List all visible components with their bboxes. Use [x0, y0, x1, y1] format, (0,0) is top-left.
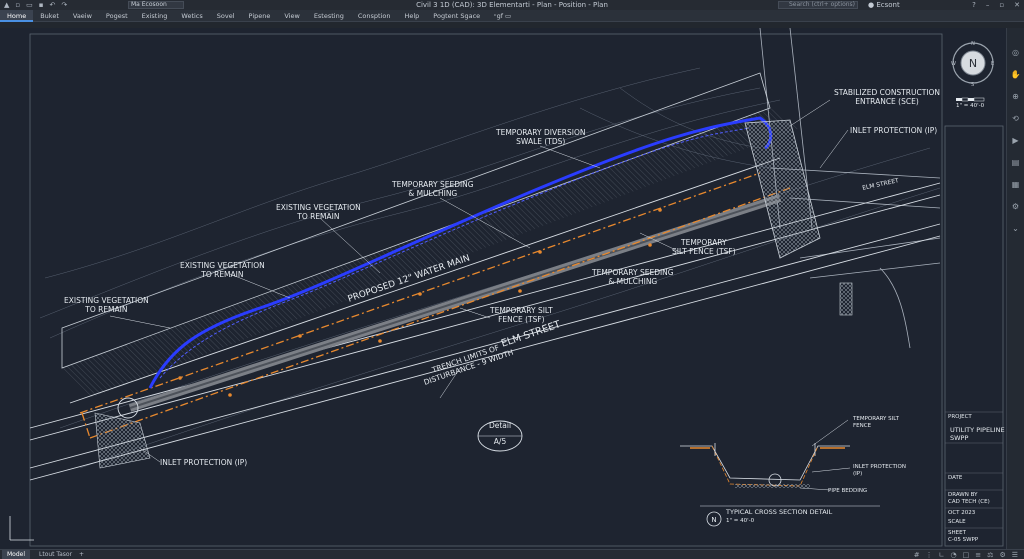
- ribbon-tab-10[interactable]: Consption: [351, 10, 398, 22]
- ribbon-tab-4[interactable]: Existing: [135, 10, 175, 22]
- label-silt-fence-2: TEMPORARY SILT FENCE (TSF): [490, 306, 553, 324]
- ribbon-tab-11[interactable]: Help: [397, 10, 426, 22]
- title-bar: ▲ ▫ ▭ ▪ ↶ ↷ Ma Ecosoon Civil 3 1D (CAD):…: [0, 0, 1024, 10]
- detail-bubble-title: Detail: [488, 421, 512, 430]
- compass-scale-text: 1" = 40'-0: [956, 103, 985, 109]
- ribbon-tab-8[interactable]: View: [277, 10, 306, 22]
- label-silt-fence-1: TEMPORARY SILT FENCE (TSF): [672, 238, 736, 256]
- section-callout-silt-fence: TEMPORARY SILT FENCE: [853, 416, 899, 429]
- snap-icon[interactable]: ⋮: [926, 550, 933, 559]
- ribbon-tab-1[interactable]: Buket: [33, 10, 66, 22]
- polar-icon[interactable]: ◔: [951, 550, 957, 559]
- status-toggles: # ⋮ ∟ ◔ □ ≡ ⚖ ⚙ ☰: [914, 550, 1018, 559]
- customize-icon[interactable]: ☰: [1012, 550, 1018, 559]
- layer-icon[interactable]: ▤: [1009, 156, 1023, 170]
- title-block-date-label: DATE: [948, 475, 963, 481]
- zoom-icon[interactable]: ⊕: [1009, 90, 1023, 104]
- section-detail-scale: 1" = 40'-0: [726, 518, 755, 524]
- title-block-project: UTILITY PIPELINE SWPP: [950, 426, 1005, 442]
- grid-icon[interactable]: #: [914, 550, 920, 559]
- steering-wheel-icon[interactable]: ◎: [1009, 46, 1023, 60]
- pan-icon[interactable]: ✋: [1009, 68, 1023, 82]
- ribbon-tab-7[interactable]: Pipene: [242, 10, 278, 22]
- inlet-protection-top: [839, 282, 853, 316]
- ribbon-tab-3[interactable]: Pogest: [99, 10, 135, 22]
- title-block-date: OCT 2023: [948, 510, 976, 516]
- workspace-icon[interactable]: ⚙: [999, 550, 1005, 559]
- settings-icon[interactable]: ⚙: [1009, 200, 1023, 214]
- label-seeding-2: TEMPORARY SEEDING & MULCHING: [592, 268, 674, 286]
- section-callout-inlet: INLET PROTECTION (IP): [853, 464, 906, 477]
- maximize-icon[interactable]: ▫: [999, 0, 1004, 10]
- search-input[interactable]: Search (ctrl+ options): [778, 1, 858, 9]
- user-name: Ecsont: [876, 1, 900, 9]
- label-vegetation-2: EXISTING VEGETATION TO REMAIN: [180, 261, 265, 279]
- ribbon-tab-9[interactable]: Estesting: [307, 10, 351, 22]
- svg-text:W: W: [951, 61, 956, 67]
- showmotion-icon[interactable]: ▶: [1009, 134, 1023, 148]
- close-icon[interactable]: ✕: [1014, 0, 1020, 10]
- navigation-bar: ◎ ✋ ⊕ ⟲ ▶ ▤ ▦ ⚙ ⌄: [1006, 28, 1024, 549]
- leader-lines: [109, 99, 849, 463]
- label-diversion-swale: TEMPORARY DIVERSION SWALE (TDS): [496, 128, 586, 146]
- title-block-frame: [944, 125, 1004, 547]
- add-layout-button[interactable]: +: [74, 550, 89, 559]
- compass-letter: N: [969, 57, 977, 70]
- tab-layout[interactable]: Ltout Tasor: [34, 550, 77, 559]
- ribbon-tabs: Home Buket Vaeiw Pogest Existing Wetics Sovel P…: [0, 9, 1024, 22]
- section-callout-bedding: PIPE BEDDING: [828, 488, 868, 494]
- construction-entrance: [744, 119, 821, 259]
- label-inlet-protection-top: INLET PROTECTION (IP): [850, 126, 938, 135]
- label-seeding-1: TEMPORARY SEEDING & MULCHING: [392, 180, 474, 198]
- window-controls: ? – ▫ ✕: [972, 0, 1020, 10]
- user-account[interactable]: ● Ecsont: [868, 0, 900, 10]
- annotation-scale-icon[interactable]: ⚖: [987, 550, 993, 559]
- label-inlet-protection-bottom: INLET PROTECTION (IP): [160, 458, 248, 467]
- tab-model[interactable]: Model: [2, 550, 31, 559]
- inlet-protection-bottom: [94, 412, 151, 469]
- title-block-sheet: C-05 SWPP: [948, 537, 979, 543]
- viewcube-compass-icon[interactable]: N N W E S: [948, 38, 998, 88]
- lineweight-icon[interactable]: ≡: [975, 550, 981, 559]
- title-block-project-label: PROJECT: [948, 414, 972, 420]
- ribbon-tab-13[interactable]: ᶜgf ▭: [487, 10, 518, 22]
- graphic-scale-bar: [956, 97, 985, 102]
- ribbon-tab-2[interactable]: Vaeiw: [66, 10, 99, 22]
- minimize-icon[interactable]: –: [986, 0, 990, 10]
- svg-text:N: N: [971, 41, 975, 47]
- title-block-drawn-label: DRAWN BY: [948, 492, 978, 498]
- svg-text:S: S: [971, 82, 974, 88]
- label-construction-entrance: STABILIZED CONSTRUCTION ENTRANCE (SCE): [834, 88, 941, 106]
- label-vegetation-3: EXISTING VEGETATION TO REMAIN: [64, 296, 149, 314]
- orbit-icon[interactable]: ⟲: [1009, 112, 1023, 126]
- section-detail-title: TYPICAL CROSS SECTION DETAIL: [726, 508, 833, 516]
- properties-icon[interactable]: ▦: [1009, 178, 1023, 192]
- ribbon-tab-6[interactable]: Sovel: [210, 10, 242, 22]
- label-vegetation-1: EXISTING VEGETATION TO REMAIN: [276, 203, 361, 221]
- title-block-sheet-label: SHEET: [948, 530, 966, 536]
- detail-bubble-ref: A/5: [493, 437, 507, 446]
- ribbon-tab-5[interactable]: Wetics: [174, 10, 209, 22]
- ribbon-tab-0[interactable]: Home: [0, 9, 34, 22]
- help-icon[interactable]: ?: [972, 0, 976, 10]
- drawing-canvas[interactable]: N STABILIZED CONSTRUCTION ENTRANCE (SCE) …: [0, 28, 1024, 549]
- title-block-drawn: CAD TECH (CE): [948, 499, 990, 505]
- title-block-scale-label: SCALE: [948, 519, 966, 525]
- status-bar: Model Ltout Tasor + # ⋮ ∟ ◔ □ ≡ ⚖ ⚙ ☰: [0, 549, 1024, 559]
- svg-text:N: N: [711, 516, 716, 524]
- osnap-icon[interactable]: □: [963, 550, 970, 559]
- ribbon-tab-12[interactable]: Pogtent Sgace: [426, 10, 487, 22]
- ortho-icon[interactable]: ∟: [939, 550, 945, 559]
- chevron-down-icon[interactable]: ⌄: [1009, 222, 1023, 236]
- svg-text:E: E: [991, 61, 994, 67]
